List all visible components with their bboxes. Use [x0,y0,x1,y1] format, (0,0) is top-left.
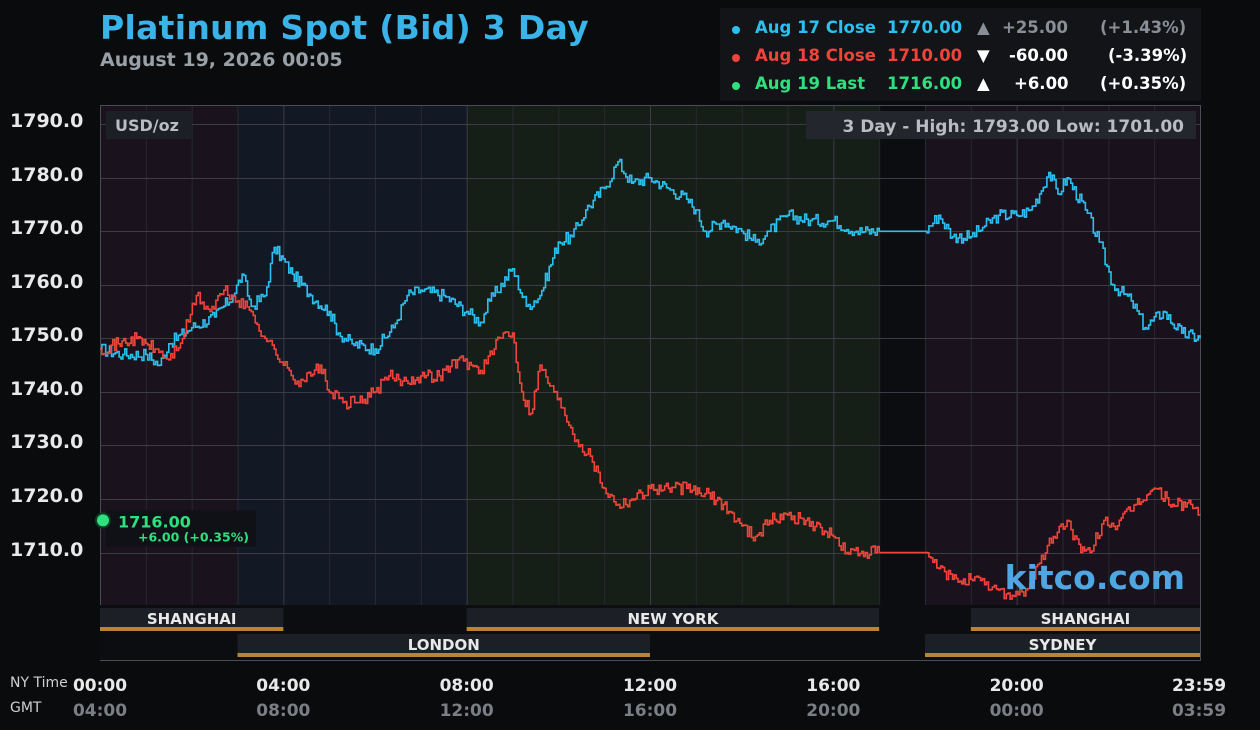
unit-label: USD/oz [115,116,179,135]
x-tick-label-gmt: 08:00 [256,701,311,721]
x-tick-label-gmt: 00:00 [989,701,1044,721]
y-tick-label: 1760.0 [10,270,84,293]
session-zone [237,105,467,605]
x-tick-label-gmt: 03:59 [1171,701,1227,721]
x-tick-label-ny: 00:00 [72,676,128,696]
ny-time-label: NY Time [10,675,68,691]
session-zone [879,105,925,605]
last-price-dot-icon [95,512,111,529]
y-tick-label: 1750.0 [10,324,84,347]
x-tick-label-gmt: 04:00 [72,701,128,721]
session-shanghai-2-label: SHANGHAI [1041,610,1131,628]
y-tick-label: 1790.0 [10,110,84,133]
y-tick-label: 1720.0 [10,485,84,507]
y-tick-label: 1740.0 [10,377,84,400]
session-zone [466,105,880,605]
x-tick-label-gmt: 20:00 [806,701,861,721]
x-tick-label-ny: 23:59 [1171,676,1227,696]
last-price-change: +6.00 (+0.35%) [138,529,249,544]
session-new-york-label: NEW YORK [628,610,720,628]
x-tick-label-gmt: 12:00 [439,701,494,721]
y-tick-label: 1710.0 [10,538,84,561]
y-tick-label: 1730.0 [10,431,84,454]
gmt-label: GMT [10,700,42,716]
session-shanghai-1-label: SHANGHAI [147,610,237,628]
x-tick-label-ny: 04:00 [256,676,311,696]
y-tick-label: 1780.0 [10,163,84,186]
session-sydney-label: SYDNEY [1029,636,1098,654]
x-tick-label-ny: 08:00 [439,676,494,696]
session-london-label: LONDON [408,636,480,654]
y-tick-label: 1770.0 [10,217,84,240]
x-tick-label-ny: 20:00 [989,676,1044,696]
watermark: kitco.com [1005,558,1185,597]
high-low-label: 3 Day - High: 1793.00 Low: 1701.00 [842,117,1184,137]
x-tick-label-ny: 12:00 [622,676,678,696]
x-tick-label-gmt: 16:00 [622,701,678,721]
x-tick-label-ny: 16:00 [806,676,861,696]
session-zone [925,105,971,605]
session-zone [970,105,1200,605]
price-chart: SHANGHAI NEW YORK SHANGHAI LONDON SYDNEY USD… [95,105,1201,661]
